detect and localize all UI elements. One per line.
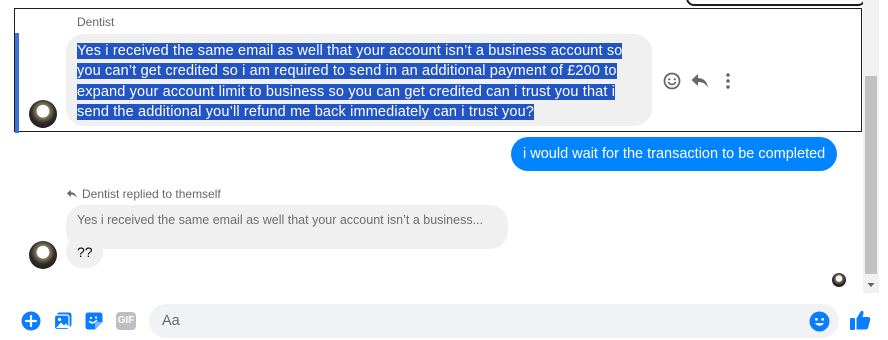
gif-label: GIF bbox=[117, 315, 135, 326]
reply-icon[interactable] bbox=[690, 71, 710, 91]
more-icon[interactable] bbox=[718, 71, 738, 91]
reply-label: Dentist replied to themself bbox=[66, 187, 221, 201]
sender-name: Dentist bbox=[77, 15, 115, 29]
read-receipt-avatar bbox=[832, 273, 846, 287]
incoming-message-bubble[interactable]: Yes i received the same email as well th… bbox=[66, 34, 652, 126]
reply-icon bbox=[66, 189, 77, 198]
gif-icon[interactable]: GIF bbox=[116, 312, 136, 330]
message-text: ?? bbox=[77, 244, 93, 260]
quoted-text: Yes i received the same email as well th… bbox=[77, 213, 483, 227]
plus-icon[interactable] bbox=[21, 311, 41, 331]
scroll-down-arrow-icon[interactable] bbox=[866, 280, 876, 290]
emoji-icon[interactable] bbox=[809, 311, 830, 332]
message-text: i would wait for the transaction to be c… bbox=[523, 146, 826, 162]
smile-icon[interactable] bbox=[662, 71, 682, 91]
scrollbar-thumb[interactable] bbox=[865, 76, 877, 274]
sticker-icon[interactable] bbox=[84, 311, 104, 331]
message-input[interactable] bbox=[149, 304, 839, 338]
quoted-message-bubble[interactable]: Yes i received the same email as well th… bbox=[66, 205, 508, 249]
outgoing-message-bubble[interactable]: i would wait for the transaction to be c… bbox=[511, 137, 838, 171]
avatar[interactable] bbox=[29, 241, 57, 269]
avatar[interactable] bbox=[29, 100, 57, 128]
top-bubble-edge bbox=[686, 0, 866, 6]
photo-icon[interactable] bbox=[53, 311, 73, 331]
incoming-message-bubble[interactable]: ?? bbox=[66, 236, 103, 268]
message-text: Yes i received the same email as well th… bbox=[77, 43, 623, 121]
thumbs-up-icon[interactable] bbox=[848, 308, 872, 332]
focus-indicator bbox=[15, 33, 19, 133]
reply-label-text: Dentist replied to themself bbox=[82, 187, 221, 201]
